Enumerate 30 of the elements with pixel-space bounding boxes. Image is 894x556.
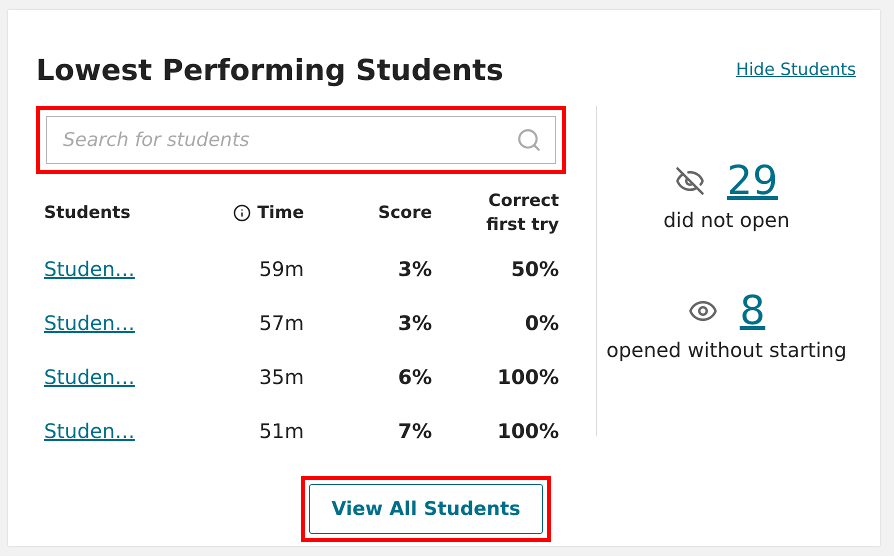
card-title: Lowest Performing Students <box>36 53 504 87</box>
count-link[interactable]: 8 <box>740 288 766 334</box>
student-link[interactable]: Studen… <box>44 404 194 458</box>
view-all-students-button[interactable]: View All Students <box>308 484 544 534</box>
table-cell-text: 6% <box>397 364 432 391</box>
table-cell-text: 100% <box>496 364 559 391</box>
table-cell-text: 51m <box>258 418 304 445</box>
info-icon[interactable] <box>233 204 252 222</box>
table-cell-text: 50% <box>510 256 559 283</box>
search-icon <box>516 127 542 153</box>
table-cell-text: 3% <box>397 256 432 283</box>
column-header: Time <box>257 202 304 225</box>
stat-label: opened without starting <box>606 338 847 362</box>
hide-students-link[interactable]: Hide Students <box>736 60 856 80</box>
table-cell-text: 35m <box>258 364 304 391</box>
table-cell-text: 57m <box>258 310 304 337</box>
stat-label: did not open <box>663 208 790 232</box>
table-cell-text: 0% <box>524 310 559 337</box>
table-cell-text: 3% <box>397 310 432 337</box>
column-header: Students <box>44 202 131 225</box>
student-link[interactable]: Studen… <box>44 242 194 296</box>
search-field[interactable]: Search for students <box>46 116 556 164</box>
student-link[interactable]: Studen… <box>44 296 194 350</box>
column-header: Correct first try <box>485 190 559 237</box>
column-header: Score <box>378 202 432 225</box>
table-cell-text: 59m <box>258 256 304 283</box>
table-cell-text: 100% <box>496 418 559 445</box>
student-link[interactable]: Studen… <box>44 350 194 404</box>
table-cell-text: 7% <box>397 418 432 445</box>
count-link[interactable]: 29 <box>727 158 778 204</box>
